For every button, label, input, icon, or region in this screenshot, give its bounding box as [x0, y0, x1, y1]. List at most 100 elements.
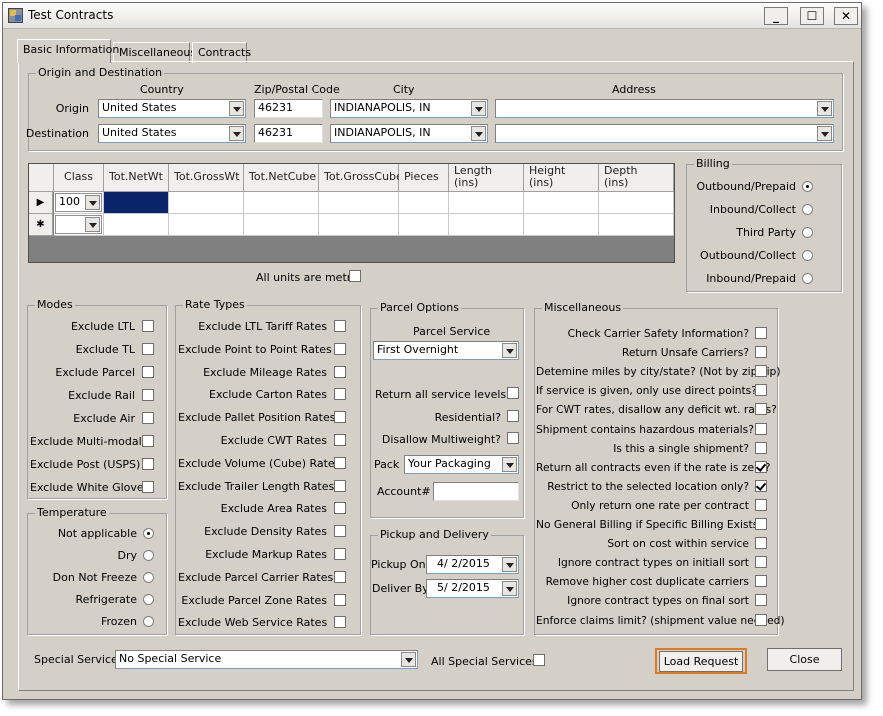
temperature-radio[interactable] — [143, 572, 154, 583]
misc-checkbox[interactable] — [755, 365, 767, 378]
all-special-services-checkbox[interactable] — [533, 654, 545, 666]
chevron-down-icon[interactable] — [502, 457, 517, 472]
billing-radio[interactable] — [802, 227, 813, 238]
residential-checkbox[interactable] — [507, 410, 519, 422]
origin-country-select[interactable]: United States — [98, 99, 246, 118]
mode-checkbox[interactable] — [142, 389, 154, 401]
rate-type-checkbox[interactable] — [334, 593, 346, 606]
misc-checkbox[interactable] — [755, 403, 767, 416]
rate-type-checkbox[interactable] — [334, 570, 346, 583]
grid-header-class[interactable]: Class — [54, 164, 104, 192]
grid-cell-class[interactable]: 100 — [54, 192, 104, 214]
grid-cell[interactable] — [399, 192, 449, 214]
rate-type-checkbox[interactable] — [334, 479, 346, 492]
destination-zip-input[interactable]: 46231 — [254, 124, 323, 143]
mode-checkbox[interactable] — [142, 412, 154, 424]
chevron-down-icon[interactable] — [401, 652, 416, 667]
rate-type-checkbox[interactable] — [334, 342, 346, 355]
chevron-down-icon[interactable] — [85, 217, 100, 232]
parcel-service-select[interactable]: First Overnight — [373, 341, 519, 360]
grid-cell[interactable] — [449, 214, 524, 236]
chevron-down-icon[interactable] — [229, 101, 244, 116]
deliver-date-select[interactable]: 5/ 2/2015 — [426, 579, 519, 598]
origin-zip-input[interactable]: 46231 — [254, 99, 323, 118]
grid-cell[interactable] — [169, 214, 244, 236]
temperature-radio[interactable] — [143, 528, 154, 539]
misc-checkbox[interactable] — [755, 460, 767, 473]
grid-cell-class-new[interactable] — [54, 214, 104, 236]
grid-cell[interactable] — [319, 192, 399, 214]
pickup-date-select[interactable]: 4/ 2/2015 — [426, 555, 519, 574]
close-button[interactable]: Close — [767, 648, 842, 671]
rate-type-checkbox[interactable] — [334, 365, 346, 378]
shipment-grid[interactable]: Class Tot.NetWt Tot.GrossWt Tot.NetCube … — [28, 163, 675, 263]
grid-header-netcube[interactable]: Tot.NetCube — [244, 164, 319, 192]
mode-checkbox[interactable] — [142, 366, 154, 378]
chevron-down-icon[interactable] — [817, 101, 832, 116]
chevron-down-icon[interactable] — [502, 557, 517, 572]
return-all-levels-checkbox[interactable] — [507, 387, 519, 399]
class-select[interactable]: 100 — [55, 193, 102, 212]
tab-basic-information[interactable]: Basic Information — [17, 39, 119, 63]
billing-radio[interactable] — [802, 250, 813, 261]
misc-checkbox[interactable] — [755, 422, 767, 435]
destination-city-select[interactable]: INDIANAPOLIS, IN — [330, 124, 488, 143]
mode-checkbox[interactable] — [142, 481, 154, 493]
load-request-button[interactable]: Load Request — [659, 651, 743, 672]
grid-header-netwt[interactable]: Tot.NetWt — [104, 164, 169, 192]
rate-type-checkbox[interactable] — [334, 411, 346, 424]
special-service-select[interactable]: No Special Service — [115, 650, 418, 669]
misc-checkbox[interactable] — [755, 384, 767, 397]
grid-cell[interactable] — [599, 214, 674, 236]
grid-header-grosswt[interactable]: Tot.GrossWt — [169, 164, 244, 192]
grid-cell[interactable] — [524, 214, 599, 236]
grid-cell[interactable] — [399, 214, 449, 236]
chevron-down-icon[interactable] — [471, 101, 486, 116]
origin-city-select[interactable]: INDIANAPOLIS, IN — [330, 99, 488, 118]
minimize-button[interactable]: _ — [764, 7, 788, 25]
misc-checkbox[interactable] — [755, 594, 767, 607]
grid-cell[interactable] — [104, 214, 169, 236]
misc-checkbox[interactable] — [755, 556, 767, 569]
grid-cell[interactable] — [524, 192, 599, 214]
misc-checkbox[interactable] — [755, 613, 767, 626]
billing-radio[interactable] — [802, 273, 813, 284]
grid-header-length[interactable]: Length (ins) — [449, 164, 524, 192]
chevron-down-icon[interactable] — [85, 195, 100, 210]
chevron-down-icon[interactable] — [471, 126, 486, 141]
grid-header-grosscube[interactable]: Tot.GrossCube — [319, 164, 403, 192]
misc-checkbox[interactable] — [755, 441, 767, 454]
misc-checkbox[interactable] — [755, 575, 767, 588]
row-indicator-new[interactable]: ✱ — [29, 214, 53, 236]
grid-cell[interactable] — [599, 192, 674, 214]
misc-checkbox[interactable] — [755, 327, 767, 339]
disallow-multiweight-checkbox[interactable] — [507, 432, 519, 444]
grid-header-pieces[interactable]: Pieces — [399, 164, 449, 192]
temperature-radio[interactable] — [143, 616, 154, 627]
chevron-down-icon[interactable] — [817, 126, 832, 141]
grid-cell[interactable] — [169, 192, 244, 214]
tab-miscellaneous[interactable]: Miscellaneous — [113, 42, 196, 63]
class-select-new[interactable] — [55, 215, 102, 234]
maximize-button[interactable]: ☐ — [800, 7, 824, 25]
temperature-radio[interactable] — [143, 550, 154, 561]
misc-checkbox[interactable] — [755, 498, 767, 511]
row-indicator-current[interactable]: ▶ — [29, 192, 53, 214]
pack-select[interactable]: Your Packaging — [404, 455, 519, 474]
chevron-down-icon[interactable] — [502, 581, 517, 596]
grid-cell[interactable] — [244, 192, 319, 214]
destination-address-select[interactable] — [495, 124, 834, 143]
rate-type-checkbox[interactable] — [334, 388, 346, 401]
grid-cell[interactable] — [244, 214, 319, 236]
billing-radio[interactable] — [802, 204, 813, 215]
close-window-button[interactable]: ✕ — [834, 7, 858, 25]
metric-checkbox[interactable] — [349, 270, 361, 282]
rate-type-checkbox[interactable] — [334, 548, 346, 560]
billing-radio[interactable] — [802, 181, 813, 192]
misc-checkbox[interactable] — [755, 346, 767, 359]
grid-cell[interactable] — [449, 192, 524, 214]
chevron-down-icon[interactable] — [229, 126, 244, 141]
mode-checkbox[interactable] — [142, 343, 154, 355]
grid-header-height[interactable]: Height (ins) — [524, 164, 599, 192]
tab-contracts[interactable]: Contracts — [192, 42, 251, 63]
